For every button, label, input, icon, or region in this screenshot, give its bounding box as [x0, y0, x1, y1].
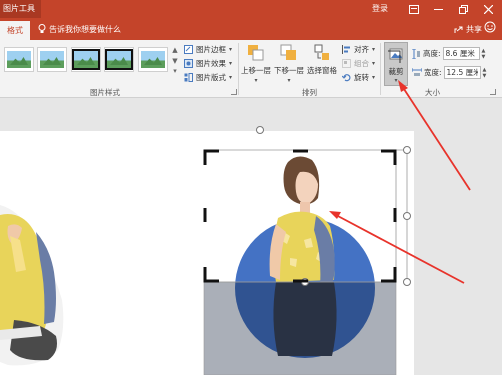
- style-thumbnail[interactable]: [71, 47, 101, 72]
- picture-layout-label: 图片版式: [196, 73, 226, 82]
- rotate-handle[interactable]: [256, 126, 264, 134]
- align-icon: [342, 45, 350, 54]
- style-thumbnail[interactable]: [4, 47, 34, 72]
- bring-forward-button[interactable]: 上移一层 ▾: [241, 44, 271, 84]
- share-label: 共享: [466, 24, 482, 34]
- restore-button[interactable]: [449, 0, 477, 18]
- restore-icon: [458, 4, 468, 14]
- slide-canvas: [0, 126, 411, 375]
- crop-handle-bottom-left[interactable]: [203, 267, 219, 283]
- picture-effects-button[interactable]: 图片效果 ▾: [184, 58, 232, 69]
- crop-button[interactable]: 裁剪 ▾: [384, 42, 408, 86]
- send-backward-label: 下移一层: [274, 66, 304, 75]
- tell-me-text: 告诉我你想要做什么: [49, 24, 121, 34]
- group-label: 组合: [354, 59, 369, 68]
- cropped-area-overlay: [204, 282, 396, 375]
- height-input[interactable]: [442, 47, 480, 60]
- send-backward-icon: [280, 44, 296, 60]
- picture-layout-button[interactable]: 图片版式 ▾: [184, 72, 232, 83]
- lightbulb-icon: [38, 24, 46, 33]
- dropdown-arrow-icon: ▾: [287, 77, 291, 84]
- style-thumbnail[interactable]: [37, 47, 67, 72]
- group-button[interactable]: 组合 ▾: [342, 58, 375, 69]
- picture-border-label: 图片边框: [196, 45, 226, 54]
- warning-icon: [409, 4, 419, 14]
- size-launcher[interactable]: [490, 89, 496, 95]
- tab-row: 格式 告诉我你想要做什么 共享: [0, 18, 502, 40]
- close-button[interactable]: [474, 0, 502, 18]
- selection-pane-button[interactable]: 选择窗格: [307, 44, 337, 76]
- login-link[interactable]: 登录: [372, 0, 388, 18]
- crop-handle-top-right[interactable]: [381, 149, 397, 165]
- selection-pane-label: 选择窗格: [307, 66, 337, 75]
- group-divider: [238, 43, 239, 95]
- scroll-down-icon[interactable]: ▼: [172, 57, 177, 66]
- width-input[interactable]: [443, 66, 481, 79]
- height-label: 高度:: [423, 49, 441, 58]
- tell-me-box[interactable]: 告诉我你想要做什么: [38, 18, 121, 40]
- group-icon: [342, 59, 351, 68]
- group-divider: [380, 43, 381, 95]
- minimize-button[interactable]: [424, 0, 452, 18]
- group-label-picture-styles: 图片样式: [90, 88, 120, 97]
- width-icon: [412, 68, 422, 76]
- more-icon[interactable]: ▾: [173, 67, 177, 76]
- picture-preview: [141, 51, 165, 68]
- minimize-icon: [433, 8, 443, 10]
- rotate-icon: [342, 74, 351, 82]
- resize-handle[interactable]: [403, 212, 411, 220]
- group-label-size: 大小: [425, 88, 440, 97]
- style-thumbnail[interactable]: [138, 47, 168, 72]
- picture-effects-label: 图片效果: [196, 59, 226, 68]
- tab-format[interactable]: 格式: [0, 21, 30, 40]
- bring-forward-label: 上移一层: [241, 66, 271, 75]
- close-icon: [483, 4, 493, 14]
- picture-preview: [74, 51, 98, 68]
- resize-handle[interactable]: [403, 146, 411, 154]
- picture-styles-launcher[interactable]: [231, 89, 237, 95]
- title-bar: 图片工具 登录: [0, 0, 502, 18]
- send-backward-button[interactable]: 下移一层 ▾: [274, 44, 304, 84]
- width-row: 宽度: ▲▼: [412, 66, 486, 79]
- picture-preview: [107, 51, 131, 68]
- dropdown-arrow-icon: ▾: [394, 77, 398, 84]
- scroll-up-icon[interactable]: ▲: [172, 46, 177, 55]
- picture-border-button[interactable]: 图片边框 ▾: [184, 44, 232, 55]
- left-picture[interactable]: [0, 205, 64, 366]
- crop-icon: [388, 48, 403, 63]
- rotate-button[interactable]: 旋转 ▾: [342, 72, 375, 83]
- style-thumbnail[interactable]: [104, 47, 134, 72]
- align-label: 对齐: [354, 45, 369, 54]
- crop-label: 裁剪: [388, 67, 404, 76]
- crop-handle-top-left[interactable]: [203, 149, 219, 165]
- selection-pane-icon: [314, 44, 329, 60]
- rotate-label: 旋转: [354, 73, 369, 82]
- dropdown-arrow-icon: ▾: [254, 77, 258, 84]
- height-icon: [412, 48, 420, 59]
- height-row: 高度: ▲▼: [412, 47, 485, 60]
- picture-preview: [40, 51, 64, 68]
- resize-handle[interactable]: [403, 278, 411, 286]
- picture-layout-icon: [184, 73, 193, 82]
- picture-effects-icon: [184, 59, 193, 68]
- picture-border-icon: [184, 45, 193, 54]
- group-label-arrange: 排列: [302, 88, 317, 97]
- share-icon: [454, 26, 463, 33]
- crop-handle-bottom-right[interactable]: [381, 267, 397, 283]
- smiley-icon[interactable]: [484, 21, 496, 33]
- picture-preview: [7, 51, 31, 68]
- width-spinner[interactable]: ▲ ▼: [483, 67, 487, 79]
- align-button[interactable]: 对齐 ▾: [342, 44, 375, 55]
- context-tab-label: 图片工具: [0, 0, 41, 18]
- width-label: 宽度:: [424, 68, 442, 77]
- gallery-scroll[interactable]: ▲ ▼ ▾: [171, 46, 179, 76]
- bring-forward-icon: [248, 45, 264, 61]
- share-button[interactable]: 共享: [454, 18, 482, 40]
- height-spinner[interactable]: ▲ ▼: [482, 48, 486, 60]
